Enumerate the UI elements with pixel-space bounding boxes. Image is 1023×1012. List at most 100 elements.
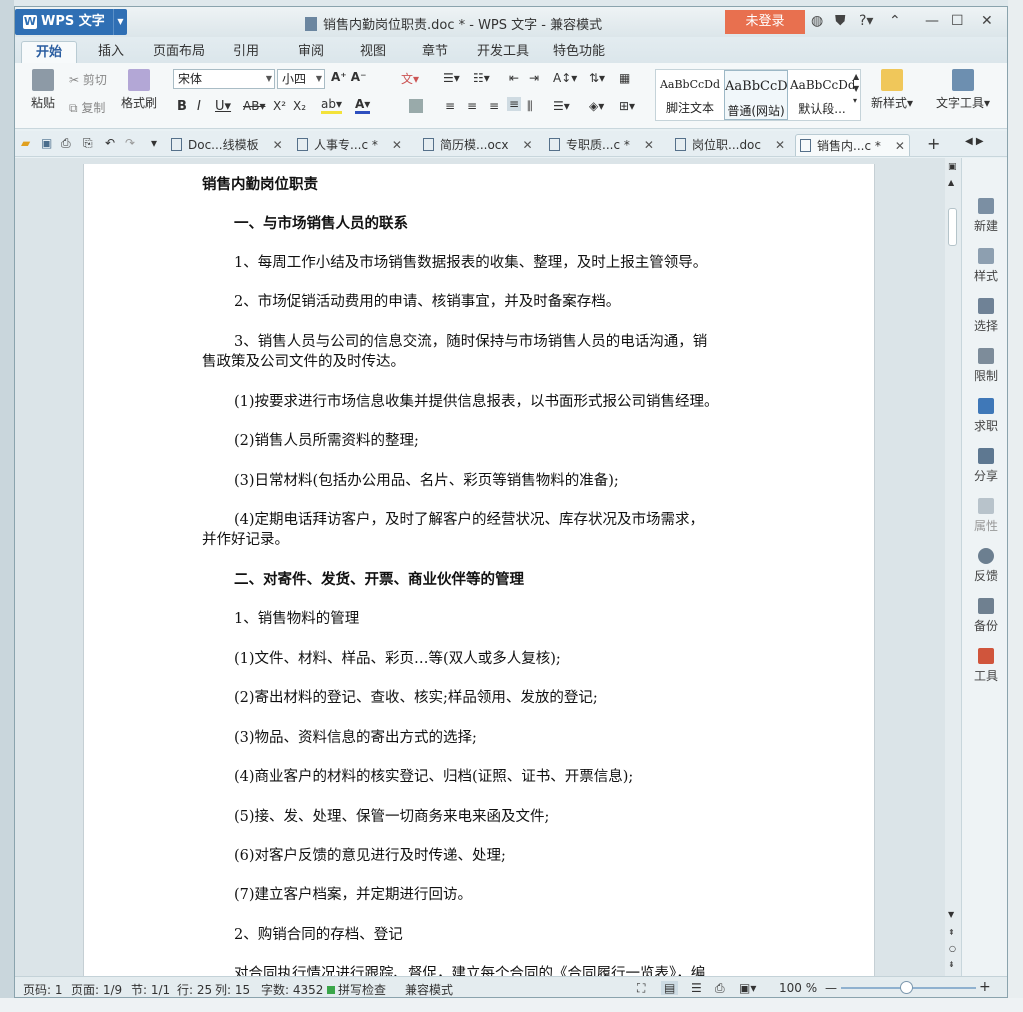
tab-review[interactable]: 审阅 — [287, 41, 335, 63]
cut-button[interactable]: ✂ 剪切 — [69, 71, 107, 88]
outline-view-icon[interactable]: ☰ — [691, 981, 702, 995]
bullet-list-icon[interactable]: ☰▾ — [443, 71, 460, 85]
maximize-icon[interactable]: ☐ — [951, 13, 964, 29]
help-icon[interactable]: ?▾ — [859, 13, 873, 29]
zoom-out-icon[interactable]: — — [825, 981, 837, 995]
format-painter-button[interactable]: 格式刷 — [117, 69, 161, 111]
font-color-icon[interactable]: A▾ — [355, 97, 371, 114]
prev-page-icon[interactable]: ⇞ — [948, 928, 955, 937]
align-left-icon[interactable]: ≡ — [445, 99, 455, 113]
web-view-icon[interactable]: ⎙ — [715, 981, 725, 996]
line-spacing-icon[interactable]: ☰▾ — [553, 99, 570, 113]
spell-check-button[interactable]: 拼写检查 — [327, 981, 386, 997]
subscript-icon[interactable]: X₂ — [293, 99, 306, 113]
side-properties[interactable]: 属性 — [962, 498, 1007, 534]
next-page-icon[interactable]: ⇟ — [948, 960, 955, 969]
tab-home[interactable]: 开始 — [21, 41, 77, 63]
skin-icon[interactable]: ◍ — [811, 13, 823, 29]
login-button[interactable]: 未登录 — [725, 10, 805, 34]
superscript-icon[interactable]: X² — [273, 99, 286, 113]
align-justify-icon[interactable]: ≡ — [507, 97, 522, 111]
font-size-select[interactable]: 小四 ▼ — [277, 69, 325, 89]
side-jobs[interactable]: 求职 — [962, 398, 1007, 434]
chevron-down-icon[interactable]: ▼ — [113, 9, 127, 35]
scroll-down-icon[interactable]: ▼ — [948, 910, 954, 919]
save-icon[interactable]: ▣ — [41, 136, 52, 150]
tab-insert[interactable]: 插入 — [85, 41, 137, 63]
close-icon[interactable]: ✕ — [981, 13, 993, 29]
vertical-scrollbar[interactable]: ▣ ▲ ▼ ⇞ ○ ⇟ — [945, 158, 961, 976]
tab-scroll-icon[interactable]: ◀ ▶ — [965, 136, 984, 147]
scroll-thumb[interactable] — [948, 208, 957, 246]
zoom-in-icon[interactable]: + — [979, 979, 991, 995]
new-style-button[interactable]: 新样式▾ — [867, 69, 917, 111]
new-tab-icon[interactable]: + — [927, 134, 940, 153]
style-normal-web[interactable]: AaBbCcD 普通(网站) — [724, 70, 788, 120]
shirt-icon[interactable]: ⛊ — [835, 13, 846, 29]
doc-tab-4[interactable]: 专职质...c * ✕ — [549, 134, 654, 156]
doc-tab-3[interactable]: 简历模...ocx ✕ — [423, 134, 533, 156]
tab-page-layout[interactable]: 页面布局 — [147, 41, 211, 63]
tab-chapter[interactable]: 章节 — [411, 41, 459, 63]
doc-tab-active[interactable]: 销售内...c * ✕ — [795, 134, 910, 156]
print-preview-icon[interactable]: ⎘ — [83, 136, 93, 151]
app-menu-button[interactable]: W WPS 文字 ▼ — [15, 9, 127, 35]
indent-increase-icon[interactable]: ⇥ — [529, 71, 539, 85]
close-icon[interactable]: ✕ — [644, 138, 654, 152]
customize-toolbar-icon[interactable]: ▾ — [151, 136, 157, 150]
distribute-icon[interactable]: ⫼ — [527, 99, 533, 114]
paste-button[interactable]: 粘贴 — [23, 69, 63, 111]
text-direction-icon[interactable]: A↕▾ — [553, 71, 577, 85]
close-icon[interactable]: ✕ — [523, 138, 533, 152]
document-page[interactable]: 销售内勤岗位职责 一、与市场销售人员的联系 1、每周工作小结及市场销售数据报表的… — [83, 164, 875, 976]
doc-tab-5[interactable]: 岗位职...doc ✕ — [675, 134, 785, 156]
table-icon[interactable]: ▦ — [619, 71, 630, 85]
side-style[interactable]: 样式 — [962, 248, 1007, 284]
close-icon[interactable]: ✕ — [392, 138, 402, 152]
redo-icon[interactable]: ↷ — [125, 136, 135, 150]
numbered-list-icon[interactable]: ☷▾ — [473, 71, 490, 85]
char-shading-icon[interactable] — [409, 99, 423, 113]
side-tools[interactable]: 工具 — [962, 648, 1007, 684]
tab-developer[interactable]: 开发工具 — [471, 41, 535, 63]
align-center-icon[interactable]: ≡ — [467, 99, 477, 113]
side-feedback[interactable]: 反馈 — [962, 548, 1007, 584]
strikethrough-icon[interactable]: AB▾ — [243, 99, 265, 113]
print-icon[interactable]: ⎙ — [61, 136, 71, 151]
undo-icon[interactable]: ↶ — [105, 136, 115, 150]
style-footnote[interactable]: AaBbCcDd 脚注文本 — [658, 70, 722, 120]
browse-object-icon[interactable]: ○ — [949, 944, 956, 953]
zoom-slider-handle[interactable] — [900, 981, 913, 994]
italic-icon[interactable]: I — [197, 99, 201, 114]
collapse-ribbon-icon[interactable]: ⌃ — [889, 13, 901, 29]
text-tools-button[interactable]: 文字工具▾ — [933, 69, 993, 111]
align-right-icon[interactable]: ≡ — [489, 99, 499, 113]
grow-font-icon[interactable]: A⁺ A⁻ — [331, 70, 366, 84]
font-name-select[interactable]: 宋体 ▼ — [173, 69, 275, 89]
side-restrict[interactable]: 限制 — [962, 348, 1007, 384]
copy-button[interactable]: ⧉ 复制 — [69, 99, 105, 116]
highlight-icon[interactable]: ab▾ — [321, 97, 342, 114]
zoom-level[interactable]: 100 % — [779, 981, 817, 995]
close-icon[interactable]: ✕ — [775, 138, 785, 152]
style-gallery-scroll-icon[interactable]: ▲ ▼ ▾ — [853, 71, 859, 107]
close-icon[interactable]: ✕ — [273, 138, 283, 152]
tab-references[interactable]: 引用 — [223, 41, 269, 63]
shading-icon[interactable]: ◈▾ — [589, 99, 604, 113]
phonetic-icon[interactable]: 文▾ — [401, 70, 419, 87]
style-default[interactable]: AaBbCcDd 默认段... — [790, 70, 854, 120]
doc-tab-2[interactable]: 人事专...c * ✕ — [297, 134, 402, 156]
doc-tab-1[interactable]: Doc...线模板 ✕ — [171, 134, 283, 156]
ruler-toggle-icon[interactable]: ▣ — [948, 162, 957, 172]
open-icon[interactable]: ▰ — [21, 136, 30, 150]
reading-view-icon[interactable]: ▣▾ — [739, 981, 756, 995]
side-select[interactable]: 选择 — [962, 298, 1007, 334]
scroll-up-icon[interactable]: ▲ — [948, 178, 954, 187]
tab-view[interactable]: 视图 — [349, 41, 397, 63]
indent-decrease-icon[interactable]: ⇤ — [509, 71, 519, 85]
side-new[interactable]: 新建 — [962, 198, 1007, 234]
tab-special[interactable]: 特色功能 — [547, 41, 611, 63]
fullscreen-icon[interactable]: ⛶ — [637, 981, 645, 996]
page-view-icon[interactable]: ▤ — [661, 981, 679, 995]
side-backup[interactable]: 备份 — [962, 598, 1007, 634]
